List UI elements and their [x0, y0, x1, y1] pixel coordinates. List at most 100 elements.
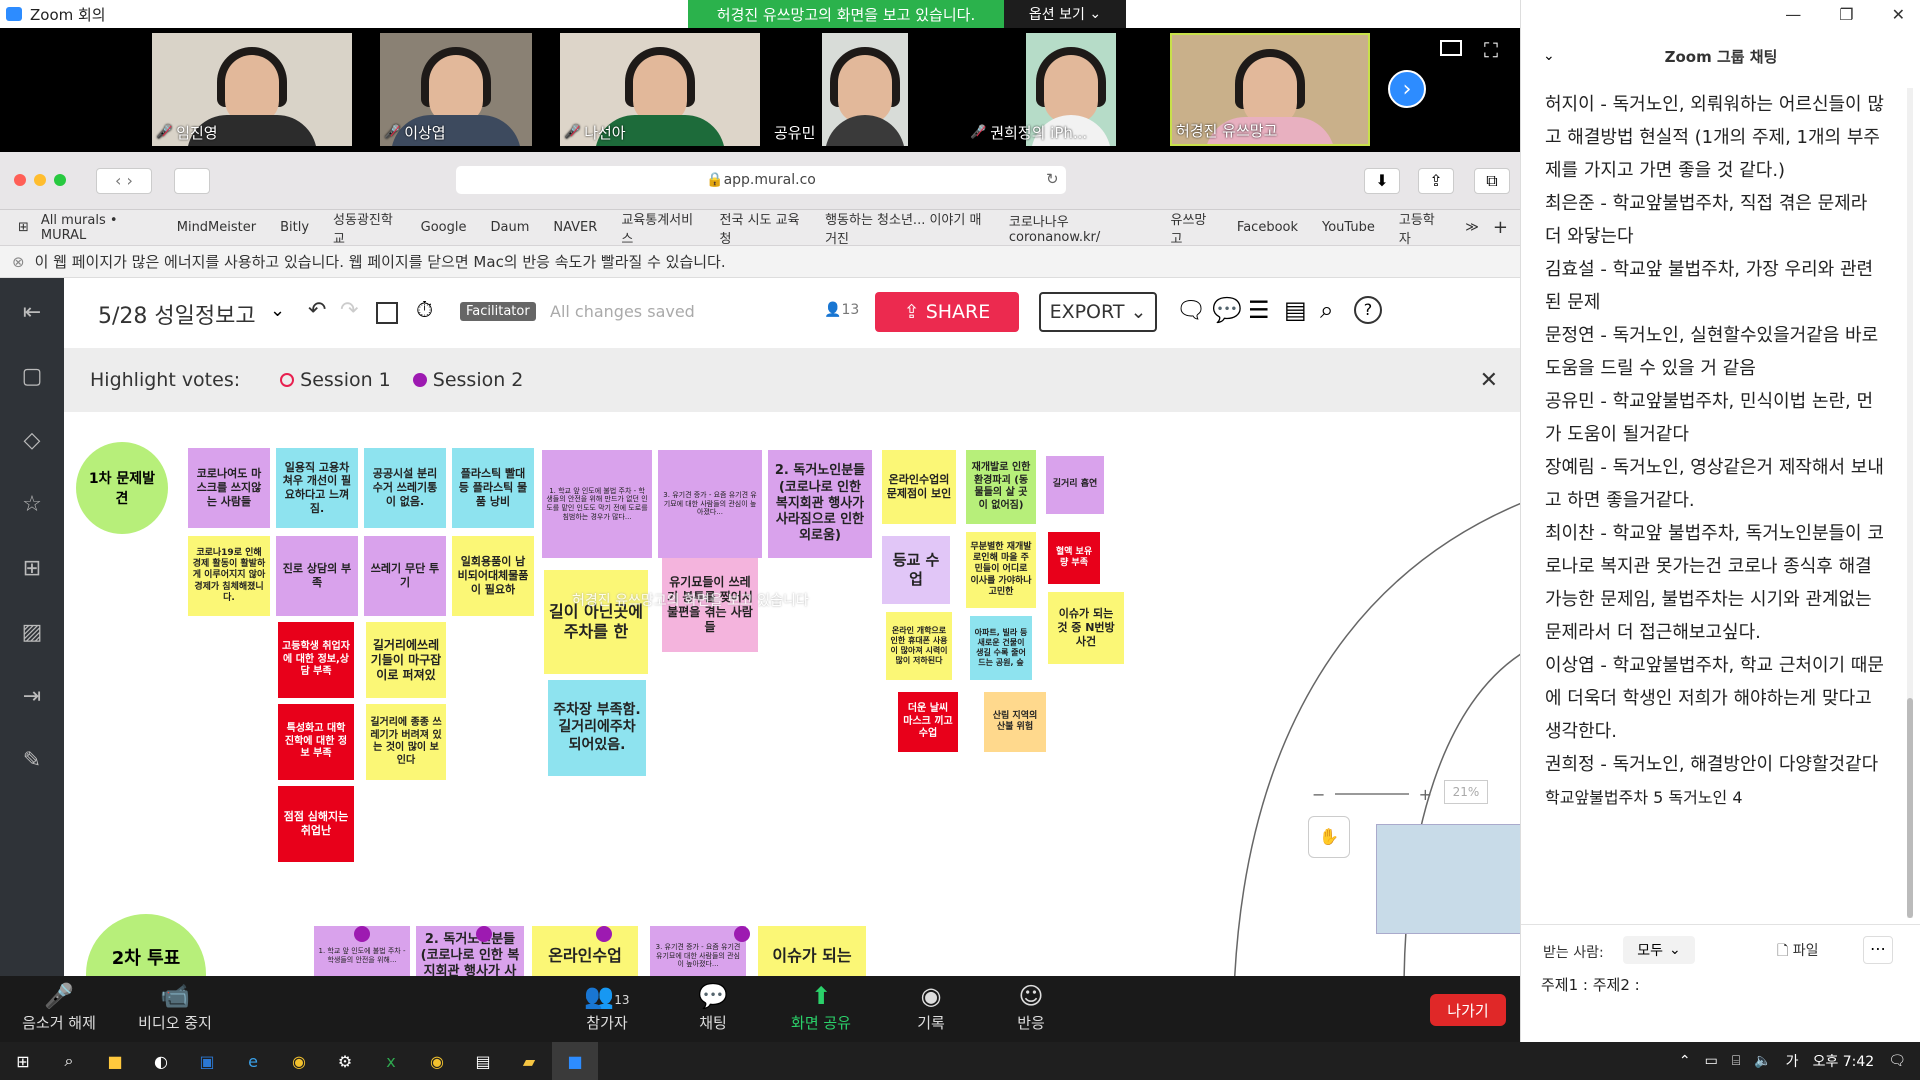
redo-icon[interactable]: ↷ [340, 298, 358, 323]
user-count[interactable]: 👤13 [824, 302, 859, 318]
stop-video-button[interactable]: 📹 비디오 중지 [120, 980, 230, 1033]
search-icon[interactable]: ⌕ [1320, 296, 1333, 324]
participant-tile[interactable]: 🎤̸ 이상엽 [380, 33, 532, 146]
bookmark[interactable]: 코로나나우 coronanow.kr/ [1009, 211, 1147, 245]
participants-button[interactable]: 👥13 참가자 [552, 980, 662, 1033]
participant-tile-active-speaker[interactable]: 허경진 유쓰망고 [1170, 33, 1370, 146]
bookmark[interactable]: Google [421, 220, 467, 235]
zoom-window-icon[interactable] [54, 174, 66, 186]
windows-start-icon[interactable]: ⊞ [0, 1042, 46, 1080]
word-app-icon[interactable]: ▣ [184, 1042, 230, 1080]
file-button[interactable]: 🗋 파일 [1777, 940, 1818, 964]
record-button[interactable]: ◉ 기록 [876, 980, 986, 1033]
more-options-icon[interactable]: ⋯ [1863, 936, 1893, 964]
notification-icon[interactable]: 🗨 [1888, 1053, 1906, 1069]
bookmark[interactable]: Bitly [280, 220, 309, 235]
zoom-in-icon[interactable]: + [1419, 785, 1432, 804]
minimize-icon[interactable]: — [1785, 5, 1801, 24]
upload-icon[interactable]: ⇥ [16, 680, 48, 712]
sticky-note[interactable]: 공공시설 분리수거 쓰레기통이 없음. [364, 448, 446, 528]
zoom-slider[interactable]: − + [1312, 785, 1432, 804]
sticky-notes-app-icon[interactable]: ■ [92, 1042, 138, 1080]
chevron-down-icon[interactable]: ⌄ [270, 300, 285, 321]
reload-icon[interactable]: ↻ [1046, 170, 1059, 188]
app-icon[interactable]: ⚙ [322, 1042, 368, 1080]
sticky-note[interactable]: 특성화고 대학 진학에 대한 정보 부족 [278, 704, 354, 780]
sticky-note[interactable]: 2. 독거노인분들(코로나로 인한 복지회관 행사가 사 [416, 926, 524, 976]
outline-icon[interactable] [376, 302, 398, 324]
sticky-note[interactable]: 길거리에 종종 쓰레기가 버려져 있는 것이 많이 보인다 [366, 704, 446, 780]
templates-icon[interactable]: ⊞ [16, 552, 48, 584]
sidebar-toggle-icon[interactable] [174, 168, 210, 194]
session-1-toggle[interactable]: Session 1 [280, 369, 391, 391]
undo-icon[interactable]: ↶ [308, 298, 326, 323]
sticky-note[interactable]: 1. 학교 앞 인도에 불법 주차 - 학생들의 안전을 위해 만드가 없던 인… [542, 450, 652, 558]
file-explorer-icon[interactable]: ▰ [506, 1042, 552, 1080]
sticky-note[interactable]: 2. 독거노인분들(코로나로 인한 복지회관 행사가 사라짐으로 인한 외로움) [768, 450, 872, 558]
sticky-note[interactable]: 점점 심해지는 취업난 [278, 786, 354, 862]
exit-icon[interactable]: ⇤ [16, 296, 48, 328]
sticky-note[interactable]: 아파트, 빌라 등 새로운 건물이 생길 수록 줄어드는 공원, 숲 [970, 616, 1032, 680]
search-icon[interactable]: ⌕ [46, 1042, 92, 1080]
sticky-note[interactable]: 주차장 부족함. 길거리에주차 되어있음. [548, 680, 646, 776]
session-2-toggle[interactable]: Session 2 [412, 369, 523, 391]
help-icon[interactable]: ? [1354, 296, 1382, 324]
fullscreen-icon[interactable]: ⛶ [1484, 38, 1498, 62]
mural-canvas[interactable]: 1차 문제발견 코로나여도 마스크를 쓰지않는 사람들 일용직 고용차 쳐우 개… [64, 412, 1520, 976]
sticky-note[interactable]: 더운 날씨 마스크 끼고 수업 [898, 692, 958, 752]
clock[interactable]: 오후 7:42 [1813, 1051, 1875, 1071]
sticky-note[interactable]: 쓰레기 무단 투기 [364, 536, 446, 616]
zoom-out-icon[interactable]: − [1312, 785, 1325, 804]
participant-tile[interactable]: 공유민 [770, 33, 930, 146]
sticky-note[interactable]: 길거리에쓰레기들이 마구잡이로 퍼져있 [366, 622, 446, 698]
volume-icon[interactable]: 🔈 [1754, 1053, 1771, 1069]
bookmark[interactable]: 성동광진학교 [333, 209, 397, 247]
sticky-note[interactable]: 길거리 흡연 [1046, 456, 1104, 514]
more-bookmarks-icon[interactable]: ≫ [1465, 220, 1479, 235]
download-icon[interactable]: ⬇ [1364, 168, 1400, 194]
sticky-note[interactable]: 플라스틱 빨대 등 플라스틱 물품 낭비 [452, 448, 534, 528]
round-2-circle[interactable]: 2차 투표 [86, 914, 206, 976]
sticky-note[interactable]: 온라인수업 [532, 926, 638, 976]
sticky-note[interactable]: 재개발로 인한 환경파괴 (동물들의 살 곳이 없어짐) [966, 450, 1036, 524]
tabs-overview-icon[interactable]: ⧉ [1474, 168, 1510, 194]
zoom-level[interactable]: 21% [1444, 780, 1488, 804]
minimap[interactable] [1376, 824, 1520, 934]
sticky-note[interactable]: 고등학생 취업자에 대한 정보,상담 부족 [278, 622, 354, 698]
sticky-note[interactable]: 코로나19로 인해 경제 활동이 활발하게 이루어지지 않아 경제가 침체해졌니… [188, 536, 270, 616]
bookmark[interactable]: Facebook [1237, 220, 1298, 235]
sticky-note[interactable]: 진로 상담의 부족 [276, 536, 358, 616]
network-icon[interactable]: ⌸ [1732, 1053, 1740, 1069]
grid-icon[interactable]: ⊞ [18, 220, 29, 235]
recipient-select[interactable]: 모두 ⌄ [1623, 936, 1695, 964]
sticky-note[interactable]: 3. 유기견 증가 - 요즘 유기견 유기묘에 대한 사람들의 관심이 높아졌다… [658, 450, 762, 558]
battery-icon[interactable]: ▭ [1705, 1053, 1718, 1069]
back-forward-buttons[interactable]: ‹ › [96, 168, 152, 194]
round-1-circle[interactable]: 1차 문제발견 [76, 442, 168, 534]
share-page-icon[interactable]: ⇪ [1418, 168, 1454, 194]
app-icon[interactable]: ◐ [138, 1042, 184, 1080]
bookmark[interactable]: All murals • MURAL [41, 213, 153, 243]
layout-view-icon[interactable] [1440, 40, 1462, 56]
bookmark[interactable]: 전국 시도 교육청 [720, 209, 802, 247]
outline-list-icon[interactable]: ▤ [1284, 296, 1307, 324]
shapes-icon[interactable]: ◇ [16, 424, 48, 456]
chat-icon[interactable]: 💬 [1212, 296, 1242, 324]
comments-icon[interactable]: 🗨 [1176, 296, 1206, 324]
facilitator-badge[interactable]: Facilitator [460, 302, 536, 321]
sticky-note-icon[interactable]: ▢ [16, 360, 48, 392]
image-icon[interactable]: ▨ [16, 616, 48, 648]
pen-icon[interactable]: ✎ [16, 744, 48, 776]
close-window-icon[interactable] [14, 174, 26, 186]
participant-tile[interactable]: 🎤̸ 임진영 [152, 33, 352, 146]
sticky-note[interactable]: 온라인수업의 문제점이 보인 [882, 450, 956, 524]
bookmark[interactable]: Daum [490, 220, 529, 235]
unmute-button[interactable]: 🎤 음소거 해제 [4, 980, 114, 1033]
chat-scrollbar[interactable] [1907, 88, 1913, 918]
chat-input[interactable]: 주제1 : 주제2 : [1541, 974, 1901, 1034]
next-page-arrow-icon[interactable]: › [1388, 70, 1426, 108]
participant-tile[interactable]: 🎤̸ 권희정의 iPh... [966, 33, 1118, 146]
zoom-taskbar-icon[interactable]: ■ [552, 1042, 598, 1080]
bookmark[interactable]: 교육통계서비스 [621, 209, 695, 247]
timer-icon[interactable]: ⏱ [416, 298, 433, 323]
